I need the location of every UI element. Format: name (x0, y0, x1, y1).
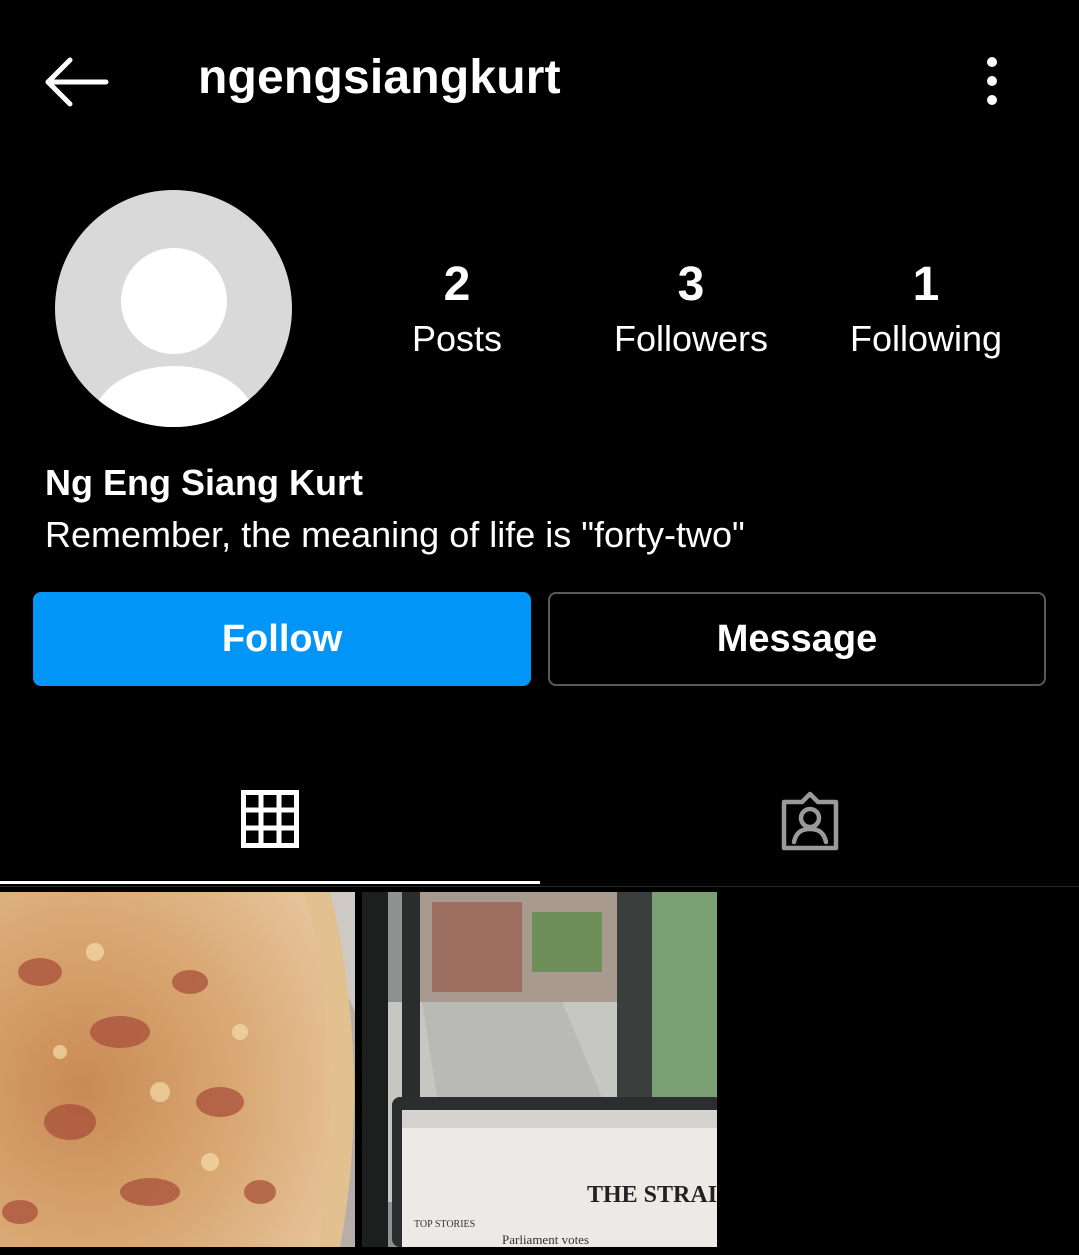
tab-posts-grid[interactable] (0, 760, 540, 884)
tagged-person-icon (781, 791, 839, 851)
followers-count: 3 (677, 258, 705, 311)
profile-tabs (0, 760, 1079, 887)
followers-stat[interactable]: 3 Followers (591, 256, 791, 362)
svg-text:TOP STORIES: TOP STORIES (414, 1219, 475, 1230)
top-bar: ngengsiangkurt (0, 0, 1079, 160)
following-stat[interactable]: 1 Following (826, 256, 1026, 362)
post-thumbnail-pizza[interactable] (0, 892, 355, 1247)
arrow-left-icon (45, 57, 109, 107)
back-button[interactable] (40, 50, 114, 114)
profile-username: ngengsiangkurt (198, 51, 561, 104)
newspaper-masthead: THE STRAIT (587, 1182, 717, 1208)
default-avatar-icon (121, 248, 227, 354)
laptop-window-photo: THE STRAIT TOP STORIES Parliament votes (362, 892, 717, 1247)
following-count: 1 (912, 258, 940, 311)
followers-label: Followers (613, 318, 769, 359)
post-thumbnail-laptop[interactable]: THE STRAIT TOP STORIES Parliament votes (362, 892, 717, 1247)
posts-stat[interactable]: 2 Posts (357, 256, 557, 362)
profile-bio: Remember, the meaning of life is "forty-… (45, 514, 745, 555)
more-options-button[interactable] (972, 52, 1012, 112)
follow-button[interactable]: Follow (33, 592, 531, 686)
active-tab-indicator (0, 881, 540, 884)
posts-count: 2 (443, 258, 471, 311)
avatar[interactable] (55, 190, 292, 427)
posts-label: Posts (411, 318, 503, 359)
profile-full-name: Ng Eng Siang Kurt (45, 462, 363, 503)
tab-tagged[interactable] (540, 760, 1079, 884)
grid-icon (241, 790, 299, 848)
pizza-photo (0, 892, 355, 1247)
svg-text:Parliament votes: Parliament votes (502, 1232, 589, 1247)
message-button[interactable]: Message (548, 592, 1046, 686)
following-label: Following (849, 318, 1003, 359)
more-vertical-icon (987, 57, 997, 105)
